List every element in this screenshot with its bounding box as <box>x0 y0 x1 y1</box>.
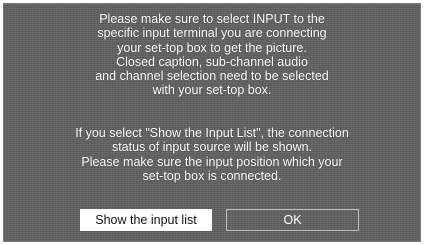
show-input-list-button[interactable]: Show the input list <box>80 209 212 231</box>
instruction-line: Closed caption, sub-channel audio <box>116 54 308 69</box>
input-list-line: Please make sure the input position whic… <box>81 154 343 169</box>
input-list-message: If you select "Show the Input List", the… <box>4 126 420 183</box>
instruction-line: with your set-top box. <box>152 83 272 98</box>
ok-button[interactable]: OK <box>226 209 359 231</box>
instruction-message: Please make sure to select INPUT to the … <box>4 12 420 98</box>
instruction-line: and channel selection need to be selecte… <box>95 69 329 84</box>
set-top-box-info-dialog: Please make sure to select INPUT to the … <box>3 3 421 242</box>
input-list-line: set-top box is connected. <box>142 168 282 183</box>
instruction-line: Please make sure to select INPUT to the <box>99 12 325 26</box>
instruction-line: specific input terminal you are connecti… <box>97 26 327 41</box>
instruction-line: your set-top box to get the picture. <box>117 40 307 55</box>
input-list-line: If you select "Show the Input List", the… <box>75 126 349 140</box>
input-list-line: status of input source will be shown. <box>111 140 313 155</box>
